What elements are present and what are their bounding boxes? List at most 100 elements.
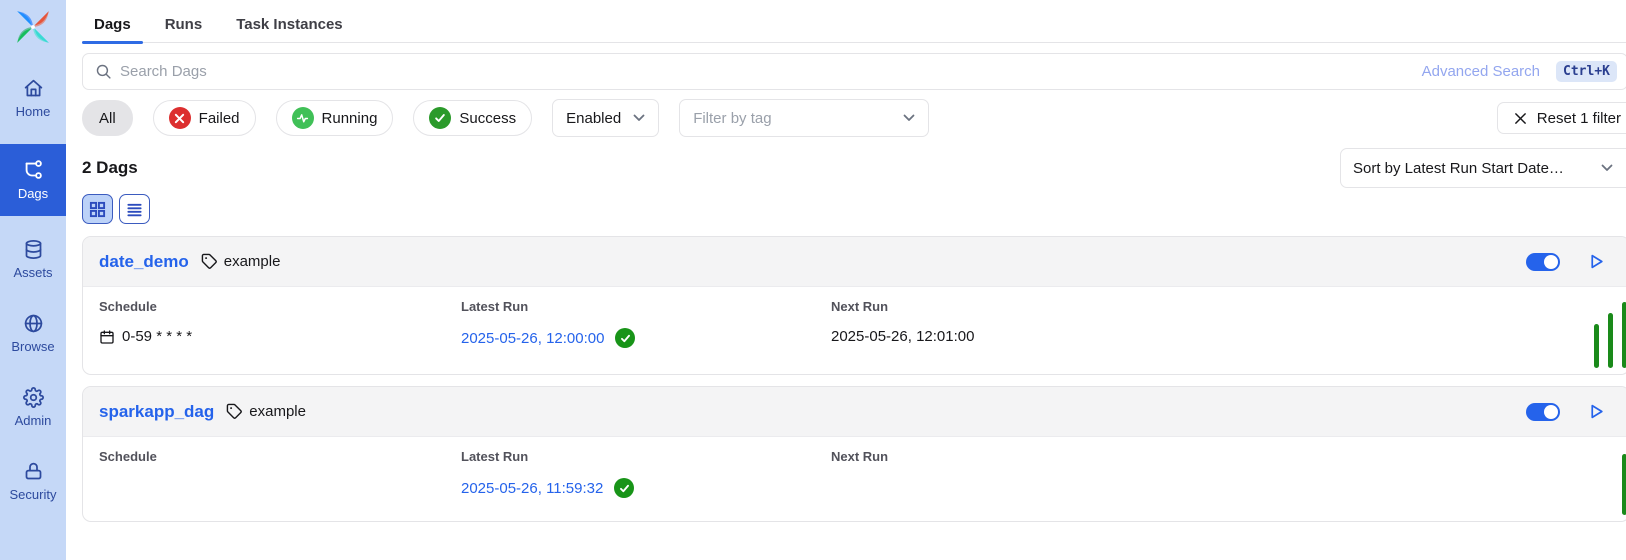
enabled-filter-select[interactable]: Enabled [552, 99, 659, 137]
dag-count: 2 Dags [82, 158, 138, 178]
dag-card-header: date_demo example [83, 237, 1626, 287]
dag-card-date-demo: date_demo example Schedule 0-59 * * * * [82, 236, 1626, 375]
dag-tag-label: example [249, 403, 306, 420]
filter-row: All Failed Running Success Enabled [82, 99, 1626, 137]
chevron-down-icon [633, 114, 645, 122]
latest-run-label: Latest Run [461, 299, 635, 314]
filter-chip-failed[interactable]: Failed [153, 100, 256, 136]
chip-label: Running [322, 110, 378, 127]
schedule-label: Schedule [99, 299, 192, 314]
success-state-icon [429, 107, 451, 129]
filter-chip-success[interactable]: Success [413, 100, 532, 136]
main-content: Dags Runs Task Instances Advanced Search… [66, 0, 1626, 560]
schedule-label: Schedule [99, 449, 157, 464]
dag-tag[interactable]: example [226, 403, 306, 420]
sidebar-item-label: Home [16, 104, 51, 119]
latest-run-column: Latest Run 2025-05-26, 11:59:32 [461, 449, 634, 498]
sidebar-item-dags[interactable]: Dags [0, 144, 66, 216]
grid-view-icon [89, 201, 106, 218]
latest-run-link[interactable]: 2025-05-26, 12:00:00 [461, 330, 604, 347]
tag-icon [226, 403, 243, 420]
latest-run-column: Latest Run 2025-05-26, 12:00:00 [461, 299, 635, 348]
recent-runs-bar-chart[interactable] [1594, 302, 1626, 368]
calendar-icon [99, 329, 115, 345]
sidebar-item-label: Browse [11, 339, 54, 354]
failed-state-icon [169, 107, 191, 129]
chevron-down-icon [1601, 164, 1613, 172]
dag-name-link[interactable]: sparkapp_dag [99, 402, 214, 422]
dag-enabled-toggle[interactable] [1526, 253, 1560, 271]
dag-card-header: sparkapp_dag example [83, 387, 1626, 437]
filter-chip-running[interactable]: Running [276, 100, 394, 136]
sidebar-item-security[interactable]: Security [0, 453, 66, 510]
tab-runs[interactable]: Runs [153, 10, 215, 42]
hotkey-badge: Ctrl+K [1556, 61, 1617, 82]
enabled-filter-value: Enabled [566, 110, 621, 127]
trigger-dag-button[interactable] [1588, 253, 1605, 270]
run-bar[interactable] [1608, 313, 1613, 368]
sidebar-item-assets[interactable]: Assets [0, 231, 66, 288]
sidebar-item-home[interactable]: Home [0, 70, 66, 127]
run-success-icon [615, 328, 635, 348]
next-run-column: Next Run 2025-05-26, 12:01:00 [831, 299, 974, 345]
latest-run-link[interactable]: 2025-05-26, 11:59:32 [461, 480, 603, 497]
close-icon [1514, 112, 1527, 125]
results-heading-row: 2 Dags Sort by Latest Run Start Date… [82, 148, 1626, 188]
tab-task-instances[interactable]: Task Instances [224, 10, 354, 42]
next-run-label: Next Run [831, 299, 974, 314]
card-view-button[interactable] [82, 194, 113, 224]
search-icon [95, 63, 112, 80]
recent-runs-bar-chart[interactable] [1622, 454, 1626, 515]
airflow-logo-icon [12, 6, 54, 48]
tab-bar: Dags Runs Task Instances [82, 0, 1626, 43]
filter-chip-all[interactable]: All [82, 100, 133, 136]
admin-icon [23, 387, 44, 408]
schedule-value: 0-59 * * * * [122, 328, 192, 345]
dag-enabled-toggle[interactable] [1526, 403, 1560, 421]
next-run-value: 2025-05-26, 12:01:00 [831, 328, 974, 345]
advanced-search-link[interactable]: Advanced Search [1422, 63, 1540, 80]
reset-filters-label: Reset 1 filter [1537, 110, 1621, 127]
search-input[interactable] [120, 63, 1422, 80]
sort-select[interactable]: Sort by Latest Run Start Date… [1340, 148, 1626, 188]
browse-icon [23, 313, 44, 334]
tab-dags[interactable]: Dags [82, 10, 143, 42]
tag-filter-placeholder: Filter by tag [693, 110, 771, 127]
table-view-button[interactable] [119, 194, 150, 224]
home-icon [23, 78, 44, 99]
run-bar[interactable] [1622, 454, 1626, 515]
dag-name-link[interactable]: date_demo [99, 252, 189, 272]
running-state-icon [292, 107, 314, 129]
run-bar[interactable] [1594, 324, 1599, 368]
sidebar-item-admin[interactable]: Admin [0, 379, 66, 436]
dag-controls [1526, 253, 1605, 271]
dag-tag[interactable]: example [201, 253, 281, 270]
chip-label: Failed [199, 110, 240, 127]
latest-run-label: Latest Run [461, 449, 634, 464]
search-bar: Advanced Search Ctrl+K [82, 53, 1626, 90]
assets-icon [23, 239, 44, 260]
sidebar-item-label: Dags [18, 186, 48, 201]
play-icon [1588, 403, 1605, 420]
tag-filter-select[interactable]: Filter by tag [679, 99, 929, 137]
chip-label: All [99, 110, 116, 127]
list-view-icon [126, 201, 143, 218]
dags-icon [22, 159, 44, 181]
dag-tag-label: example [224, 253, 281, 270]
next-run-label: Next Run [831, 449, 888, 464]
sidebar-item-label: Admin [15, 413, 52, 428]
play-icon [1588, 253, 1605, 270]
view-toggle-group [82, 194, 1626, 224]
sidebar-item-browse[interactable]: Browse [0, 305, 66, 362]
trigger-dag-button[interactable] [1588, 403, 1605, 420]
security-icon [23, 461, 44, 482]
sidebar: Home Dags Assets Browse Admin Security [0, 0, 66, 560]
sidebar-item-label: Security [10, 487, 57, 502]
tag-icon [201, 253, 218, 270]
run-bar[interactable] [1622, 302, 1626, 368]
reset-filters-button[interactable]: Reset 1 filter [1497, 102, 1626, 134]
sort-select-value: Sort by Latest Run Start Date… [1353, 160, 1564, 177]
schedule-column: Schedule 0-59 * * * * [99, 299, 192, 345]
dag-card-body: Schedule 0-59 * * * * Latest Run 2025-05… [83, 287, 1626, 374]
dag-card-body: Schedule Latest Run 2025-05-26, 11:59:32… [83, 437, 1626, 521]
